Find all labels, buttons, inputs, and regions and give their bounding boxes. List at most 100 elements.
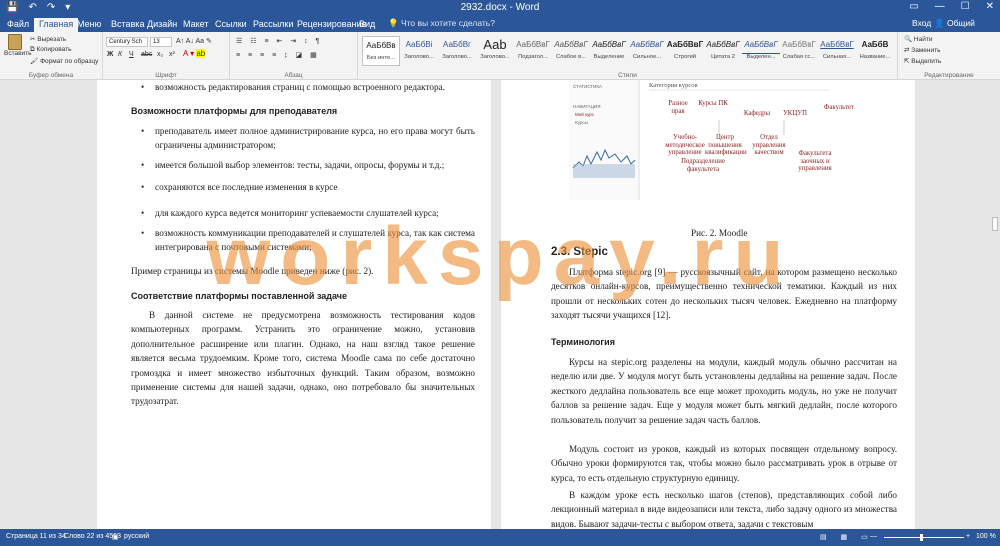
search-icon: 🔍	[904, 36, 914, 43]
body-paragraph: Платформа stepic.org [9] — русскоязычный…	[551, 267, 897, 321]
section-heading: 2.3. Stepic	[551, 246, 608, 258]
strikethrough-button[interactable]: abc	[141, 51, 152, 58]
underline-button[interactable]: Ч	[129, 51, 134, 58]
tell-me-text: Что вы хотите сделать?	[400, 18, 495, 28]
style-tile[interactable]: АаБбВвГ Подзагол...	[514, 36, 552, 66]
format-painter-label: Формат по образцу	[40, 58, 99, 65]
replace-button[interactable]: ⇄ Заменить	[904, 46, 940, 54]
tell-me-box[interactable]: 💡 Что вы хотите сделать?	[388, 18, 495, 29]
font-color-icon[interactable]: A ▾ ab	[183, 49, 206, 58]
figure-node: Учебно-методическое управление	[665, 134, 705, 156]
page-right: СТАТИСТИКА НАВИГАЦИЯ Мой курс Курсы Кате…	[501, 80, 915, 529]
tab-references[interactable]: Ссылки	[210, 18, 252, 32]
font-family-select[interactable]: Century Sch	[106, 37, 148, 47]
tab-layout[interactable]: Макет	[178, 18, 213, 32]
figure-node: Факультет	[824, 104, 854, 111]
paste-button[interactable]: Вставить	[4, 34, 32, 57]
ribbon-display-icon[interactable]: ▭	[909, 1, 918, 12]
body-paragraph: Пример страницы из системы Moodle привед…	[131, 266, 374, 276]
paste-label: Вставить	[4, 50, 32, 57]
style-tile[interactable]: АаБбВвГ Слабое в...	[552, 36, 590, 66]
body-paragraph: В каждом уроке есть несколько шагов (сте…	[551, 490, 897, 529]
select-button[interactable]: ⇱ Выделить	[904, 57, 941, 65]
style-tile[interactable]: АаБбВ Название...	[856, 36, 894, 66]
section-heading: Терминология	[551, 337, 615, 347]
styles-group-label: Стили	[618, 72, 637, 79]
section-heading: Возможности платформы для преподавателя	[131, 106, 338, 116]
style-tile[interactable]: АаБбВв Без инте...	[362, 36, 400, 66]
subscript-button[interactable]: x₂	[157, 51, 163, 58]
clipboard-icon	[8, 34, 22, 50]
style-tile[interactable]: АаБбВвГ Выделен...	[742, 36, 780, 66]
tab-view[interactable]: Вид	[354, 18, 380, 32]
zoom-in-icon[interactable]: +	[966, 533, 970, 540]
list-icons[interactable]: ☰ ☷ ≡ ⇤ ⇥ ↕ ¶	[236, 37, 322, 45]
style-tile[interactable]: АаБбВі Заголово...	[400, 36, 438, 66]
figure-small-label: НАВИГАЦИЯ	[573, 104, 601, 109]
format-painter-button[interactable]: 🖌 Формат по образцу	[30, 57, 98, 65]
ribbon-tabs: Файл Главная Меню Вставка Дизайн Макет С…	[0, 16, 1000, 39]
bullet-item: возможность редактирования страниц с пом…	[141, 80, 475, 95]
bullet-item: возможность коммуникации преподавателей …	[141, 226, 475, 255]
view-mode-icons[interactable]: ▤ ▦ ▭	[820, 533, 874, 541]
status-bar: Страница 11 из 34 Слово 22 из 4563 ▣ рус…	[0, 529, 1000, 546]
page-left: возможность редактирования страниц с пом…	[97, 80, 491, 529]
find-label: Найти	[913, 36, 933, 43]
figure-small-label: Курсы	[575, 120, 588, 125]
proofing-icon[interactable]: ▣	[112, 533, 119, 541]
scrollbar-thumb[interactable]	[992, 217, 998, 231]
font-size-select[interactable]: 13	[150, 37, 172, 47]
body-paragraph: Модуль состоит из уроков, каждый из кото…	[551, 444, 897, 483]
zoom-slider-thumb[interactable]	[920, 534, 923, 541]
clipboard-group-label: Буфер обмена	[28, 72, 74, 79]
style-tile[interactable]: АаБбВвГ Слабая сс...	[780, 36, 818, 66]
editing-group-label: Редактирование	[924, 72, 974, 79]
zoom-slider[interactable]	[884, 537, 964, 538]
section-heading: Соответствие платформы поставленной зада…	[131, 291, 348, 301]
find-button[interactable]: 🔍 Найти	[904, 35, 932, 43]
copy-label: Копировать	[36, 46, 72, 53]
style-tile[interactable]: АаБбВг Заголово...	[438, 36, 476, 66]
grow-font-icon[interactable]: A↑ A↓ Aa ✎	[176, 37, 212, 45]
font-group-label: Шрифт	[155, 72, 177, 79]
style-tile[interactable]: Aab Заголово...	[476, 36, 514, 66]
zoom-level[interactable]: 100 %	[976, 533, 996, 540]
page-counter[interactable]: Страница 11 из 34	[6, 533, 66, 540]
moodle-figure: СТАТИСТИКА НАВИГАЦИЯ Мой курс Курсы Кате…	[569, 80, 899, 230]
close-icon[interactable]: ✕	[986, 1, 994, 12]
figure-node: Курсы ПК	[698, 100, 728, 107]
maximize-icon[interactable]: ☐	[961, 1, 970, 12]
clipboard-group: Вставить ✂ Вырезать ⧉ Копировать 🖌 Форма…	[0, 32, 103, 80]
vertical-scrollbar[interactable]	[990, 80, 1000, 529]
zoom-out-icon[interactable]: —	[870, 533, 877, 540]
minimize-icon[interactable]: —	[935, 1, 945, 12]
style-tile[interactable]: АаБбВвГ Сильное...	[628, 36, 666, 66]
highlight-icon[interactable]: ab	[196, 49, 206, 58]
italic-button[interactable]: К	[118, 51, 122, 58]
copy-button[interactable]: ⧉ Копировать	[30, 46, 71, 54]
bullet-item: имеется большой выбор элементов: тесты, …	[141, 158, 475, 173]
mini-chart-area	[573, 164, 635, 178]
tab-mailings[interactable]: Рассылки	[248, 18, 298, 32]
style-tile[interactable]: АаБбВвГ Строгий	[666, 36, 704, 66]
align-icons[interactable]: ≡ ≡ ≡ ≡ ↨ ◪ ▦	[236, 51, 320, 59]
tab-file[interactable]: Файл	[2, 18, 34, 32]
tab-menu[interactable]: Меню	[72, 18, 106, 32]
figure-small-label: Мой курс	[575, 112, 595, 117]
bold-button[interactable]: Ж	[107, 51, 113, 58]
document-title: 2932.docx - Word	[460, 2, 540, 13]
style-tile[interactable]: АаБбВвГ Цитата 2	[704, 36, 742, 66]
tab-design[interactable]: Дизайн	[142, 18, 182, 32]
style-tile[interactable]: АаБбВвГ Сильная...	[818, 36, 856, 66]
figure-node: Факультета заочных и управления	[798, 150, 832, 172]
sign-in-link[interactable]: Вход	[912, 18, 931, 28]
cut-button[interactable]: ✂ Вырезать	[30, 35, 66, 43]
style-tile[interactable]: АаБбВвГ Выделение	[590, 36, 628, 66]
body-paragraph: Курсы на stepic.org разделены на модули,…	[551, 357, 897, 425]
person-icon: 👤	[934, 18, 947, 28]
figure-node: УКЦУП	[783, 110, 807, 117]
language-indicator[interactable]: русский	[124, 533, 149, 540]
title-bar: 💾 ↶ ↷ ▾ 2932.docx - Word ▭ — ☐ ✕	[0, 0, 1000, 16]
figure-node: Подразделение факультета	[681, 158, 725, 173]
superscript-button[interactable]: x²	[169, 51, 175, 58]
